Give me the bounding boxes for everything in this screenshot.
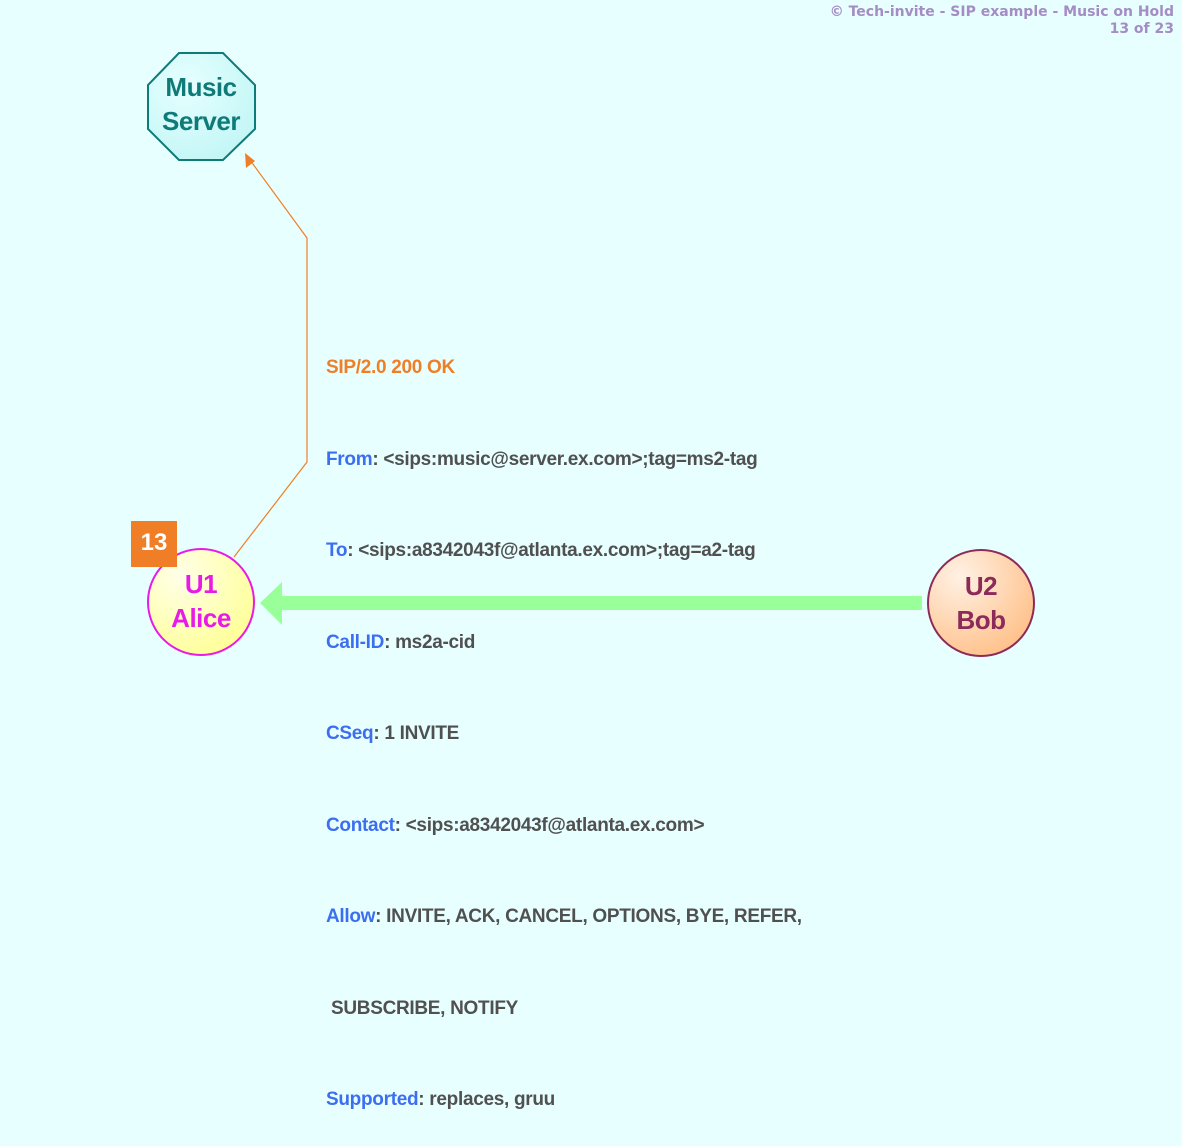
bob-label: U2 Bob <box>928 569 1034 637</box>
sip-header-name: From <box>326 448 373 470</box>
sip-header-line: From: <sips:music@server.ex.com>;tag=ms2… <box>326 445 802 476</box>
sip-header-value: : <sips:a8342043f@atlanta.ex.com> <box>394 814 705 836</box>
step-number-badge: 13 <box>131 521 177 567</box>
sip-header-value: : ms2a-cid <box>384 631 476 653</box>
sip-header-name: Allow <box>326 906 376 927</box>
sip-header-value: : <sips:music@server.ex.com>;tag=ms2-tag <box>372 448 758 470</box>
sip-header-name: Call-ID <box>326 631 385 653</box>
sip-header-name: Supported <box>326 1089 419 1110</box>
music-server-label-line2: Server <box>162 106 240 136</box>
bob-label-line2: Bob <box>956 605 1006 635</box>
sip-header-line: Supported: replaces, gruu <box>326 1085 802 1116</box>
bob-label-line1: U2 <box>964 571 998 601</box>
sip-header-line: To: <sips:a8342043f@atlanta.ex.com>;tag=… <box>326 536 802 567</box>
sip-header-line: Contact: <sips:a8342043f@atlanta.ex.com> <box>326 811 802 842</box>
sip-header-value: : <sips:a8342043f@atlanta.ex.com>;tag=a2… <box>347 540 756 561</box>
sip-header-name: Contact <box>326 814 395 836</box>
sip-header-name: CSeq <box>326 723 374 744</box>
sip-header-continuation: SUBSCRIBE, NOTIFY <box>326 994 802 1025</box>
sip-header-line: CSeq: 1 INVITE <box>326 719 802 750</box>
sip-status-line: SIP/2.0 200 OK <box>326 357 455 378</box>
sip-header-value: : replaces, gruu <box>418 1089 555 1110</box>
sip-message: SIP/2.0 200 OK From: <sips:music@server.… <box>326 292 802 1146</box>
sip-header-value: : 1 INVITE <box>373 723 460 744</box>
sip-header-line: Call-ID: ms2a-cid <box>326 628 802 659</box>
alice-label-line2: Alice <box>171 603 231 633</box>
music-server-label: Music Server <box>146 70 256 138</box>
sip-header-value: SUBSCRIBE, NOTIFY <box>326 997 519 1019</box>
music-server-label-line1: Music <box>165 72 237 102</box>
sip-header-name: To <box>326 540 348 561</box>
signaling-line <box>233 159 308 558</box>
sip-header-value: : INVITE, ACK, CANCEL, OPTIONS, BYE, REF… <box>375 906 802 927</box>
alice-label-line1: U1 <box>184 569 218 599</box>
sip-header-line: Allow: INVITE, ACK, CANCEL, OPTIONS, BYE… <box>326 902 802 933</box>
alice-label: U1 Alice <box>148 567 254 635</box>
